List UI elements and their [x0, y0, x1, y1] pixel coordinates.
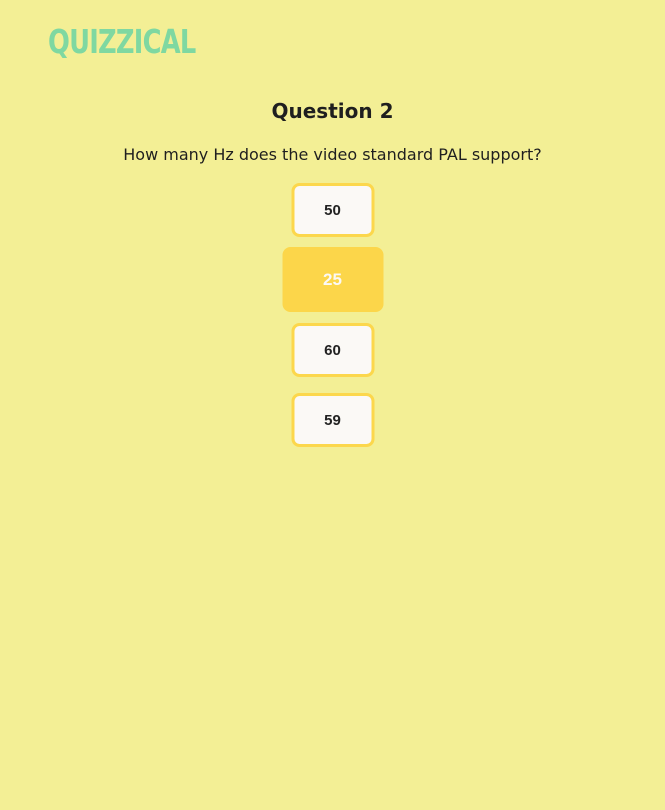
- answer-option-3[interactable]: 60: [291, 323, 374, 377]
- answer-option-2-selected[interactable]: 25: [282, 247, 383, 312]
- question-title: Question 2: [271, 99, 394, 123]
- question-text: How many Hz does the video standard PAL …: [123, 145, 542, 164]
- answer-option-4[interactable]: 59: [291, 393, 374, 447]
- answer-option-1[interactable]: 50: [291, 183, 374, 237]
- app-logo: QUIZZICAL: [48, 22, 196, 61]
